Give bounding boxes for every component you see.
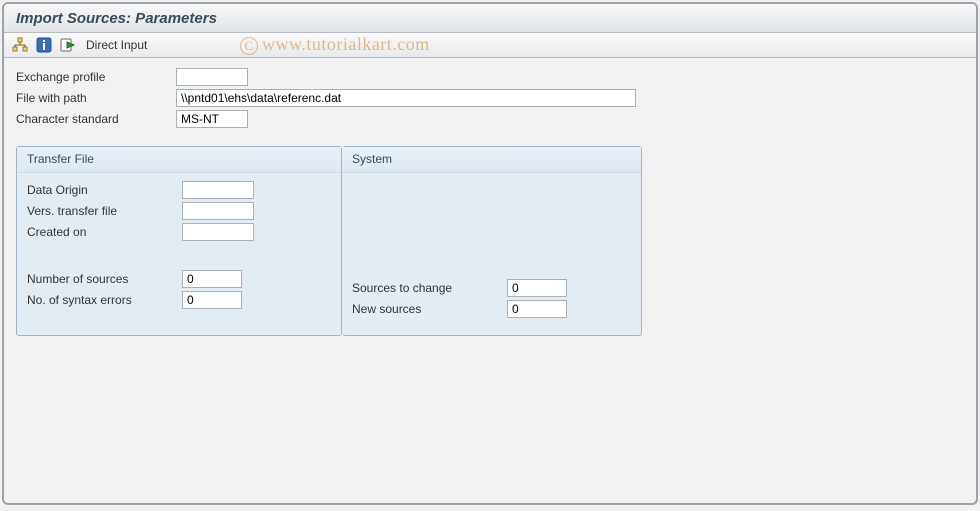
exchange-profile-input[interactable] [176, 68, 248, 86]
file-path-label: File with path [16, 91, 176, 105]
form-area: Exchange profile File with path Characte… [4, 58, 976, 346]
system-title: System [342, 147, 641, 173]
transfer-file-panel: Transfer File Data Origin Vers. transfer… [16, 146, 342, 336]
new-sources-input[interactable] [507, 300, 567, 318]
new-sources-label: New sources [352, 302, 507, 316]
vers-transfer-label: Vers. transfer file [27, 204, 182, 218]
created-on-input[interactable] [182, 223, 254, 241]
char-standard-label: Character standard [16, 112, 176, 126]
execute-icon[interactable] [60, 37, 76, 53]
structure-icon[interactable] [12, 37, 28, 53]
sources-to-change-input[interactable] [507, 279, 567, 297]
syntax-errors-label: No. of syntax errors [27, 293, 182, 307]
system-panel: System Sources to change New sources [342, 146, 642, 336]
app-window: Import Sources: Parameters Direct Input [2, 2, 978, 505]
transfer-file-title: Transfer File [17, 147, 341, 173]
num-sources-input[interactable] [182, 270, 242, 288]
info-icon[interactable] [36, 37, 52, 53]
direct-input-button[interactable]: Direct Input [84, 37, 149, 53]
char-standard-input[interactable] [176, 110, 248, 128]
data-origin-input[interactable] [182, 181, 254, 199]
data-origin-label: Data Origin [27, 183, 182, 197]
syntax-errors-input[interactable] [182, 291, 242, 309]
sources-to-change-label: Sources to change [352, 281, 507, 295]
file-path-input[interactable] [176, 89, 636, 107]
toolbar: Direct Input [4, 33, 976, 58]
exchange-profile-label: Exchange profile [16, 70, 176, 84]
created-on-label: Created on [27, 225, 182, 239]
page-title: Import Sources: Parameters [4, 4, 976, 33]
vers-transfer-input[interactable] [182, 202, 254, 220]
num-sources-label: Number of sources [27, 272, 182, 286]
